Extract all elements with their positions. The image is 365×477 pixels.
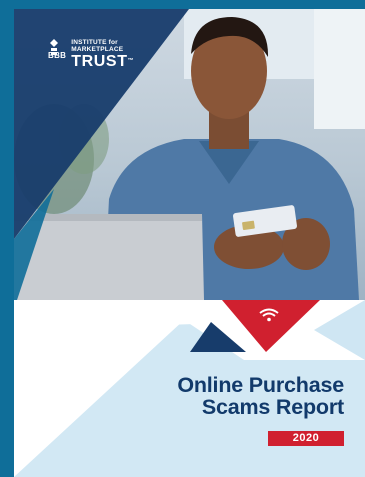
- torch-seal: BBB: [48, 39, 66, 60]
- report-title: Online Purchase Scams Report: [177, 374, 344, 418]
- bbb-logo: BBB INSTITUTE for MARKETPLACE TRUST™: [48, 39, 134, 70]
- logo-line-2: MARKETPLACE: [71, 46, 124, 53]
- title-line-1: Online Purchase: [177, 373, 344, 397]
- cover-photo: BBB INSTITUTE for MARKETPLACE TRUST™: [14, 9, 365, 300]
- wifi-icon: [259, 308, 279, 322]
- report-cover: BBB INSTITUTE for MARKETPLACE TRUST™ Onl…: [0, 0, 365, 477]
- title-line-2: Scams Report: [201, 395, 344, 419]
- torch-icon: [50, 39, 58, 55]
- logo-line-1: INSTITUTE for: [71, 39, 118, 46]
- logo-line-3: TRUST™: [71, 53, 135, 70]
- year-badge: 2020: [268, 431, 344, 446]
